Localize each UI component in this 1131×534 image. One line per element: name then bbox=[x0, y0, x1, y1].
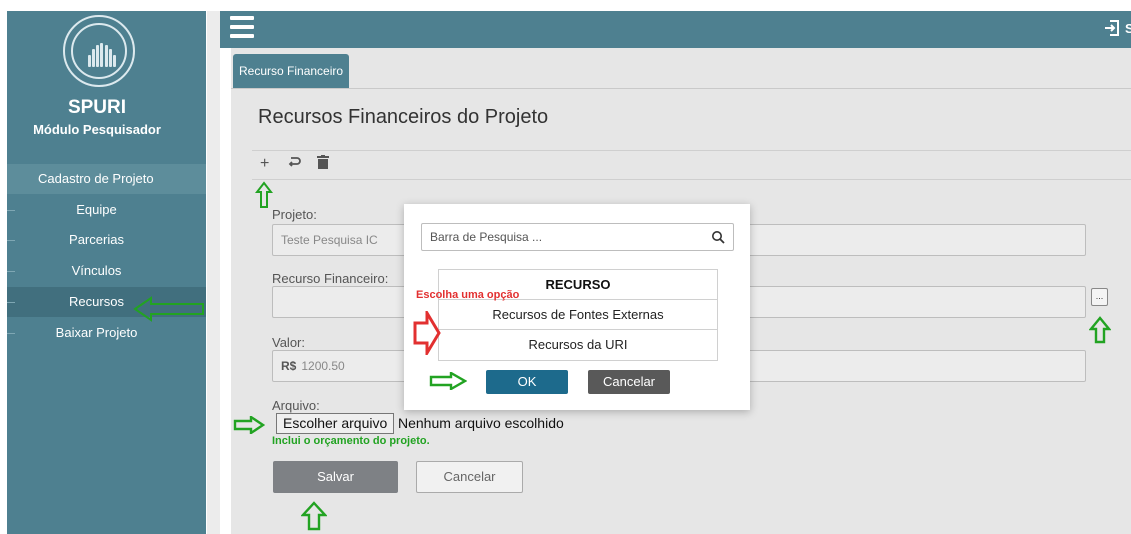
undo-icon[interactable] bbox=[287, 155, 301, 174]
sidebar: SPURI Módulo Pesquisador Cadastro de Pro… bbox=[7, 11, 206, 534]
ok-button[interactable]: OK bbox=[486, 370, 568, 394]
valor-label: Valor: bbox=[272, 335, 305, 350]
choose-file-button[interactable]: Escolher arquivo bbox=[276, 413, 395, 434]
logo-bars bbox=[88, 43, 116, 67]
logout-icon[interactable] bbox=[1103, 19, 1121, 39]
annotation-hint: Inclui o orçamento do projeto. bbox=[272, 435, 430, 447]
search-placeholder: Barra de Pesquisa ... bbox=[430, 230, 543, 244]
nav-tick bbox=[7, 271, 15, 272]
save-button[interactable]: Salvar bbox=[273, 461, 398, 493]
sidebar-section-cadastro[interactable]: Cadastro de Projeto bbox=[7, 164, 206, 194]
sidebar-item-equipe[interactable]: Equipe bbox=[7, 195, 206, 225]
sidebar-item-vinculos[interactable]: Vínculos bbox=[7, 256, 206, 286]
nav-tick bbox=[7, 210, 15, 211]
arquivo-label: Arquivo: bbox=[272, 398, 320, 413]
table-row[interactable]: Recursos de Fontes Externas bbox=[439, 300, 717, 330]
logo-ring bbox=[71, 23, 127, 79]
search-input[interactable]: Barra de Pesquisa ... bbox=[421, 223, 734, 251]
top-bar: S bbox=[220, 11, 1131, 48]
valor-value: 1200.50 bbox=[301, 359, 345, 373]
nav-tick bbox=[7, 240, 15, 241]
app-title: SPURI bbox=[67, 97, 127, 118]
projeto-label: Projeto: bbox=[272, 207, 317, 222]
left-arrow-annotation-icon bbox=[133, 296, 204, 322]
sidebar-item-baixar-projeto[interactable]: Baixar Projeto bbox=[7, 318, 206, 348]
nav-tick bbox=[7, 302, 15, 303]
sidebar-item-label: Parcerias bbox=[69, 232, 124, 247]
annotation-label: Escolha uma opção bbox=[416, 289, 520, 301]
sidebar-scrollbar[interactable] bbox=[207, 11, 220, 534]
table-row[interactable]: Recursos da URI bbox=[439, 330, 717, 360]
currency-symbol: R$ bbox=[281, 359, 297, 373]
right-arrow-annotation-icon bbox=[233, 416, 265, 434]
recurso-table: RECURSO Recursos de Fontes Externas Recu… bbox=[438, 269, 718, 361]
right-arrow-annotation-icon bbox=[429, 372, 467, 390]
tab-recurso-financeiro[interactable]: Recurso Financeiro bbox=[233, 54, 350, 88]
logout-text[interactable]: S bbox=[1125, 21, 1131, 36]
projeto-value: Teste Pesquisa IC bbox=[281, 233, 378, 247]
up-arrow-annotation-icon bbox=[301, 501, 327, 531]
select-recurso-button[interactable]: ... bbox=[1091, 288, 1108, 306]
hamburger-menu-icon[interactable] bbox=[230, 16, 254, 42]
modal-cancel-button[interactable]: Cancelar bbox=[588, 370, 670, 394]
toolbar: + bbox=[252, 150, 1131, 180]
plus-icon[interactable]: + bbox=[260, 155, 269, 173]
app-logo bbox=[63, 15, 135, 87]
up-arrow-annotation-icon bbox=[1089, 316, 1111, 344]
right-arrow-annotation-icon bbox=[413, 311, 441, 355]
sidebar-item-label: Equipe bbox=[76, 202, 117, 217]
nav-tick bbox=[7, 333, 15, 334]
screen: SPURI Módulo Pesquisador Cadastro de Pro… bbox=[0, 0, 1131, 534]
trash-icon[interactable] bbox=[317, 155, 329, 174]
file-status: Nenhum arquivo escolhido bbox=[398, 415, 564, 431]
cancel-button[interactable]: Cancelar bbox=[416, 461, 523, 493]
recurso-financeiro-label: Recurso Financeiro: bbox=[272, 271, 389, 286]
app-subtitle: Módulo Pesquisador bbox=[33, 122, 161, 137]
up-arrow-annotation-icon bbox=[255, 181, 273, 208]
tab-strip-divider bbox=[231, 88, 1131, 89]
page-title: Recursos Financeiros do Projeto bbox=[258, 106, 549, 128]
sidebar-item-label: Baixar Projeto bbox=[55, 325, 138, 340]
search-icon[interactable] bbox=[711, 230, 725, 244]
sidebar-item-label: Vínculos bbox=[71, 263, 122, 278]
sidebar-item-label: Recursos bbox=[69, 294, 124, 309]
sidebar-item-parcerias[interactable]: Parcerias bbox=[7, 225, 206, 255]
